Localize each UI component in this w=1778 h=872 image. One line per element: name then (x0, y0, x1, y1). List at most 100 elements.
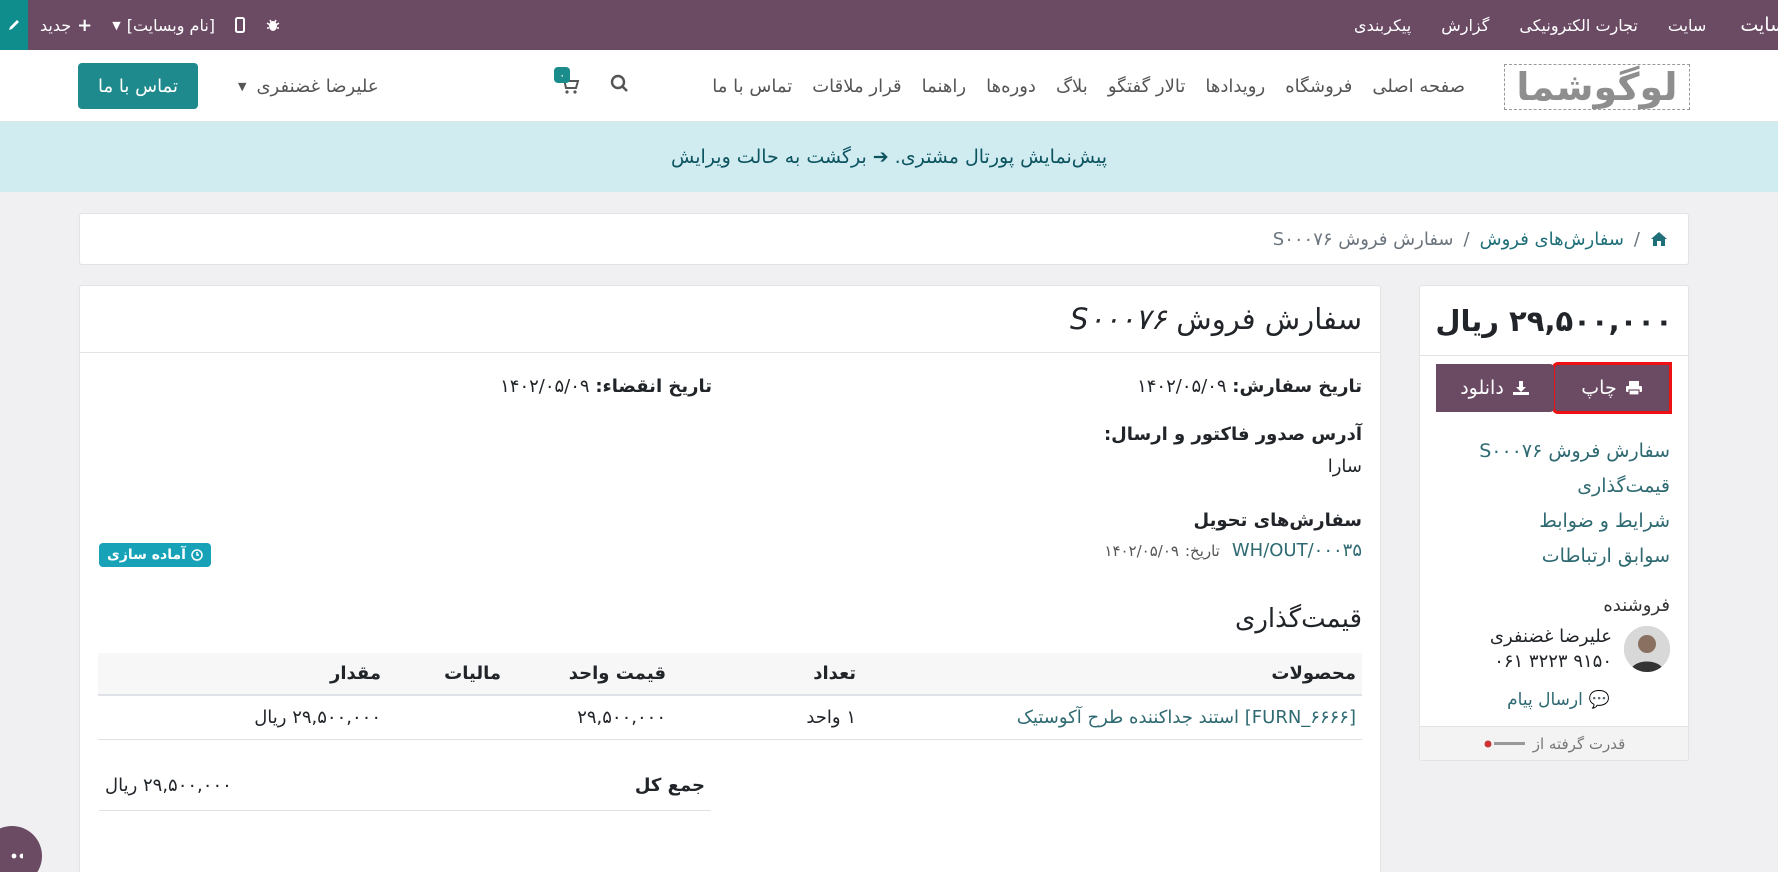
contact-us-button[interactable]: تماس با ما (78, 63, 198, 109)
sidebar-link-pricing[interactable]: قیمت‌گذاری (1479, 469, 1670, 504)
breadcrumb-separator: / (1633, 228, 1640, 250)
expiry-date-value: ۱۴۰۲/۰۵/۰۹ (500, 376, 590, 397)
breadcrumb-orders-link[interactable]: سفارش‌های فروش (1480, 229, 1624, 250)
title-prefix: سفارش فروش (1176, 302, 1362, 336)
nav-blog[interactable]: بلاگ (1056, 76, 1088, 97)
preview-banner: پیش‌نمایش پورتال مشتری. ➔ برگشت به حالت … (0, 122, 1778, 192)
arrow-left-icon: ➔ (872, 146, 889, 168)
order-sidebar: ۲۹,۵۰۰,۰۰۰ ریال چاپ دانلود سفارش فروش S۰… (1419, 285, 1689, 761)
status-label: آماده سازی (107, 547, 186, 563)
table-row: [FURN_۶۶۶۶] استند جداکننده طرح آکوستیک ۱… (98, 695, 1362, 740)
order-card: سفارش فروش S۰۰۰۷۶ تاریخ سفارش: ۱۴۰۲/۰۵/۰… (79, 285, 1381, 872)
nav-contact[interactable]: تماس با ما (712, 76, 792, 97)
chat-icon (11, 853, 23, 859)
mobile-icon (235, 17, 246, 33)
action-buttons: چاپ دانلود (1436, 362, 1672, 414)
sidebar-link-terms[interactable]: شرایط و ضوابط (1479, 504, 1670, 539)
send-message-link[interactable]: 💬 ارسال پیام (1507, 690, 1610, 710)
send-message-label: ارسال پیام (1507, 690, 1583, 710)
site-header: لوگوشما صفحه اصلی فروشگاه رویدادها تالار… (0, 50, 1778, 122)
printer-icon (1625, 381, 1642, 396)
unit-price-cell: ۲۹,۵۰۰,۰۰۰ (507, 695, 672, 740)
column-unit-price: قیمت واحد (507, 653, 672, 696)
plus-icon: + (77, 14, 93, 36)
nav-home[interactable]: صفحه اصلی (1372, 76, 1465, 97)
cart-button[interactable]: ۰ (554, 67, 580, 95)
address-label: آدرس صدور فاکتور و ارسال: (1103, 424, 1362, 445)
user-menu[interactable]: ▼ علیرضا غضنفری (238, 50, 379, 122)
comment-icon: 💬 (1588, 690, 1610, 710)
delivery-date-value: ۱۴۰۲/۰۵/۰۹ (1104, 541, 1179, 560)
site-logo[interactable]: لوگوشما (1504, 64, 1690, 110)
delivery-ref-link[interactable]: WH/OUT/۰۰۰۳۵ (1232, 540, 1362, 561)
menu-configuration[interactable]: پیکربندی (1324, 16, 1411, 35)
print-button[interactable]: چاپ (1552, 362, 1672, 414)
sidebar-link-history[interactable]: سوابق ارتباطات (1479, 539, 1670, 574)
menu-ecommerce[interactable]: تجارت الکترونیکی (1489, 16, 1638, 35)
new-button[interactable]: جدید + (40, 15, 92, 36)
breadcrumb: / سفارش‌های فروش / سفارش فروش S۰۰۰۷۶ (79, 213, 1689, 265)
nav-appointment[interactable]: قرار ملاقات (812, 76, 901, 97)
table-header-row: محصولات تعداد قیمت واحد مالیات مقدار (98, 653, 1362, 696)
search-icon (610, 74, 628, 92)
admin-bar: جدید + ▼ [نام وبسایت] سایت سایت تجارت ال… (0, 0, 1778, 50)
logo-text: لوگوشما (1516, 65, 1678, 109)
order-date-field: تاریخ سفارش: ۱۴۰۲/۰۵/۰۹ (1137, 376, 1362, 397)
delivery-heading: سفارش‌های تحویل (1194, 510, 1362, 531)
download-label: دانلود (1460, 377, 1504, 399)
powered-by-label: قدرت گرفته از (1532, 734, 1626, 753)
breadcrumb-separator: / (1463, 228, 1470, 250)
expiry-date-field: تاریخ انقضاء: ۱۴۰۲/۰۵/۰۹ (500, 376, 712, 397)
powered-by: قدرت گرفته از (1420, 726, 1688, 760)
header-icons: ۰ (554, 50, 629, 122)
search-button[interactable] (610, 74, 629, 98)
nav-forum[interactable]: تالار گفتگو (1108, 76, 1186, 97)
chevron-down-icon: ▼ (238, 79, 247, 93)
clock-icon (191, 549, 203, 561)
column-tax: مالیات (387, 653, 507, 696)
totals-row: جمع کل ۲۹,۵۰۰,۰۰۰ ریال (99, 761, 711, 811)
chat-button[interactable] (0, 826, 42, 872)
delivery-row: WH/OUT/۰۰۰۳۵ تاریخ: ۱۴۰۲/۰۵/۰۹ (1104, 540, 1362, 561)
menu-site[interactable]: سایت (1638, 16, 1706, 35)
nav-help[interactable]: راهنما (922, 76, 967, 97)
column-quantity: تعداد (672, 653, 862, 696)
print-label: چاپ (1581, 377, 1617, 399)
avatar (1624, 626, 1670, 672)
pencil-icon (9, 20, 19, 30)
home-icon[interactable] (1650, 231, 1668, 247)
chevron-down-icon: ▼ (112, 18, 121, 32)
tax-cell (387, 695, 507, 740)
main-nav: صفحه اصلی فروشگاه رویدادها تالار گفتگو ب… (712, 50, 1465, 122)
mobile-preview-button[interactable] (235, 17, 246, 33)
menu-reporting[interactable]: گزارش (1411, 16, 1489, 35)
new-label: جدید (40, 15, 72, 35)
sidebar-link-order[interactable]: سفارش فروش S۰۰۰۷۶ (1479, 434, 1670, 469)
back-to-edit-link[interactable]: ➔ برگشت به حالت ویرایش (671, 146, 889, 168)
expiry-date-label: تاریخ انقضاء: (595, 376, 712, 397)
website-name: [نام وبسایت] (126, 15, 216, 35)
seller-phone: ۰۶۱ ۳۲۲۳ ۹۱۵۰ (1494, 651, 1612, 672)
download-icon (1512, 381, 1529, 395)
address-field: آدرس صدور فاکتور و ارسال: (1104, 424, 1362, 445)
download-button[interactable]: دانلود (1436, 364, 1554, 412)
column-products: محصولات (862, 653, 1362, 696)
order-code: S۰۰۰۷۶ (1070, 302, 1167, 336)
pricing-title: قیمت‌گذاری (1235, 604, 1362, 634)
nav-events[interactable]: رویدادها (1205, 76, 1265, 97)
seller-card: علیرضا غضنفری ۰۶۱ ۳۲۲۳ ۹۱۵۰ (1490, 626, 1670, 672)
nav-shop[interactable]: فروشگاه (1285, 76, 1352, 97)
menu-site-brand[interactable]: سایت (1706, 14, 1778, 36)
debug-button[interactable] (265, 17, 281, 33)
quantity-cell: ۱ واحد (672, 695, 862, 740)
delivery-date-label: تاریخ: (1184, 541, 1220, 560)
edit-button[interactable] (0, 0, 28, 50)
column-amount: مقدار (98, 653, 387, 696)
product-link[interactable]: [FURN_۶۶۶۶] استند جداکننده طرح آکوستیک (862, 695, 1362, 740)
seller-name: علیرضا غضنفری (1489, 626, 1612, 647)
amount-cell: ۲۹,۵۰۰,۰۰۰ ریال (98, 695, 387, 740)
nav-courses[interactable]: دوره‌ها (986, 76, 1036, 97)
website-switcher[interactable]: ▼ [نام وبسایت] (112, 16, 215, 35)
total-value: ۲۹,۵۰۰,۰۰۰ ریال (105, 775, 232, 796)
seller-label: فروشنده (1603, 595, 1670, 616)
